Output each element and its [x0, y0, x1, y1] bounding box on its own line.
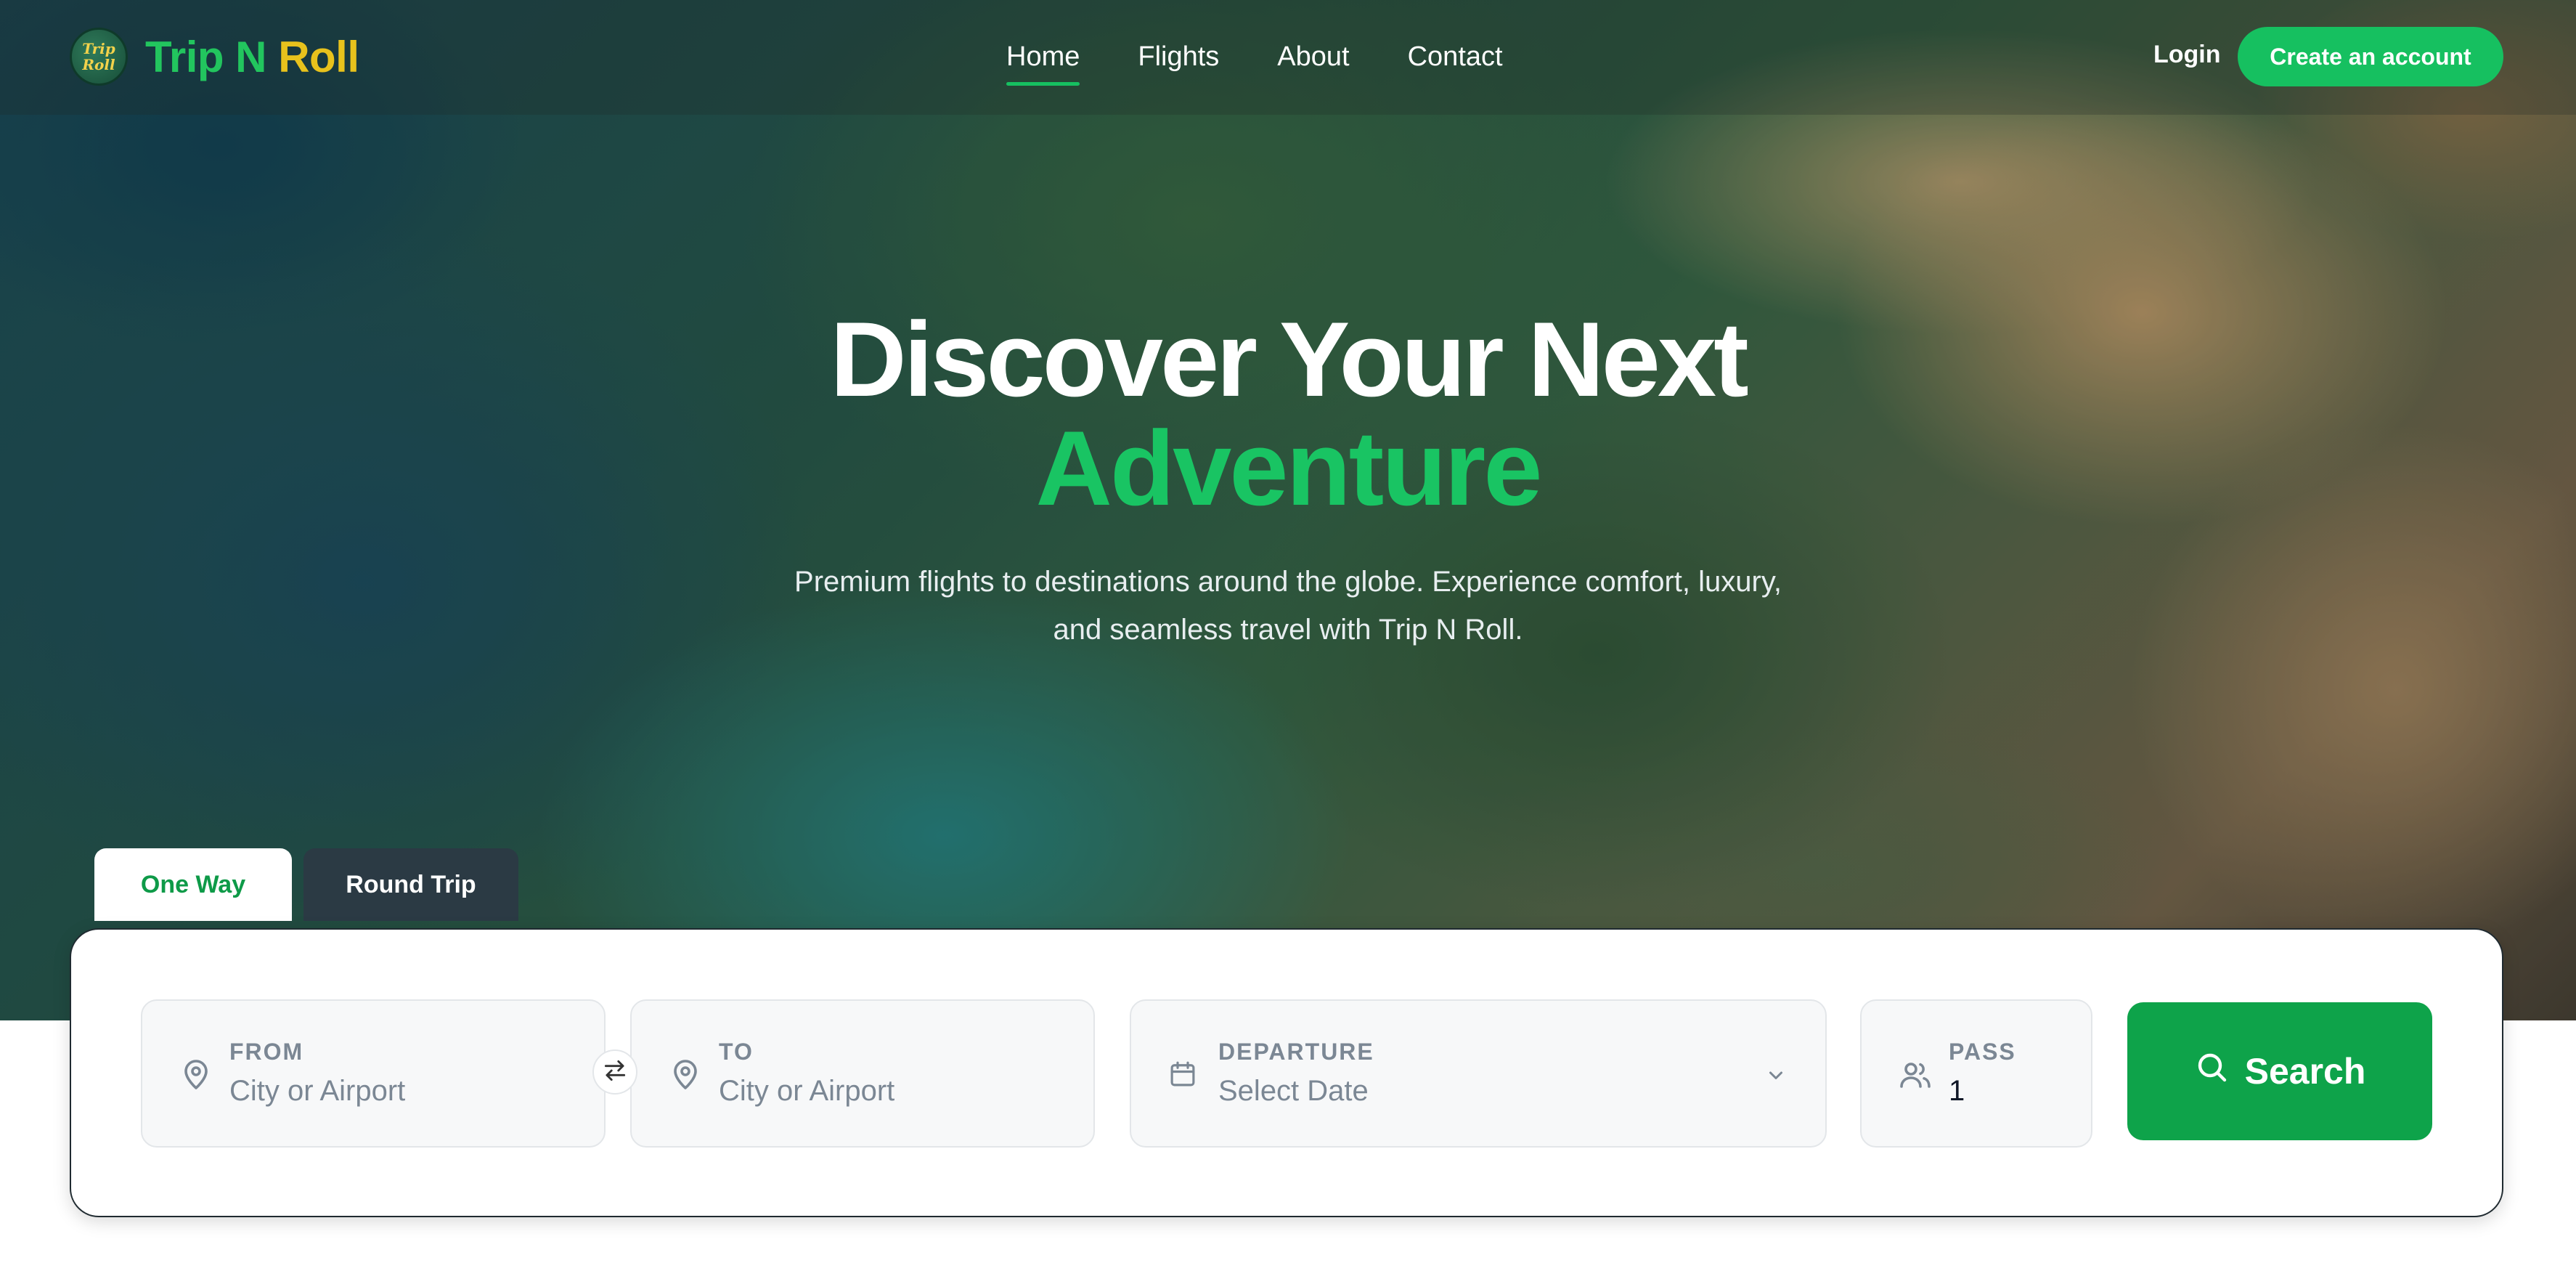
nav-link-about[interactable]: About: [1277, 41, 1349, 73]
map-pin-icon: [668, 1057, 703, 1092]
brand-name-part1: Trip N: [145, 32, 267, 81]
top-navbar: Trip Roll Trip N Roll Home Flights About…: [0, 0, 2576, 115]
tab-one-way[interactable]: One Way: [94, 848, 292, 921]
tab-round-trip[interactable]: Round Trip: [303, 848, 518, 921]
logo-text-top: Trip: [82, 40, 115, 57]
swap-arrows-icon: [601, 1057, 629, 1088]
swap-button[interactable]: [592, 1049, 637, 1095]
chevron-down-icon[interactable]: [1763, 1062, 1789, 1088]
search-icon: [2194, 1049, 2229, 1093]
nav-link-flights[interactable]: Flights: [1138, 41, 1219, 73]
login-link[interactable]: Login: [2153, 41, 2221, 69]
departure-label: DEPARTURE: [1218, 1039, 1374, 1065]
nav-link-contact[interactable]: Contact: [1408, 41, 1503, 73]
hero-title: Discover Your Next: [830, 300, 1748, 418]
to-label: TO: [719, 1039, 754, 1065]
passengers-value[interactable]: 1: [1949, 1075, 1965, 1108]
users-icon: [1898, 1057, 1933, 1092]
to-field[interactable]: TO City or Airport: [630, 999, 1095, 1148]
passengers-field[interactable]: PASS 1: [1860, 999, 2092, 1148]
to-input[interactable]: City or Airport: [719, 1075, 894, 1108]
from-field[interactable]: FROM City or Airport: [141, 999, 606, 1148]
search-button[interactable]: Search: [2127, 1002, 2432, 1140]
page: Trip Roll Trip N Roll Home Flights About…: [0, 0, 2576, 1271]
calendar-icon: [1167, 1059, 1198, 1089]
brand-name[interactable]: Trip N Roll: [145, 28, 359, 86]
flight-search-card: FROM City or Airport TO City or Airport: [70, 928, 2503, 1217]
logo-badge[interactable]: Trip Roll: [70, 28, 128, 86]
from-input[interactable]: City or Airport: [229, 1075, 405, 1108]
departure-input[interactable]: Select Date: [1218, 1075, 1369, 1108]
search-button-label: Search: [2244, 1051, 2366, 1092]
logo-text-bottom: Roll: [82, 56, 115, 73]
from-label: FROM: [229, 1039, 304, 1065]
departure-field[interactable]: DEPARTURE Select Date: [1130, 999, 1827, 1148]
hero-subtitle: Premium flights to destinations around t…: [794, 566, 1782, 646]
brand-name-part2: Roll: [278, 32, 359, 81]
passengers-label: PASS: [1949, 1039, 2016, 1065]
create-account-button[interactable]: Create an account: [2238, 27, 2503, 86]
hero-title-accent: Adventure: [1035, 409, 1542, 527]
main-nav: Home Flights About Contact: [1006, 29, 1561, 86]
map-pin-icon: [179, 1057, 213, 1092]
nav-link-home[interactable]: Home: [1006, 41, 1080, 86]
